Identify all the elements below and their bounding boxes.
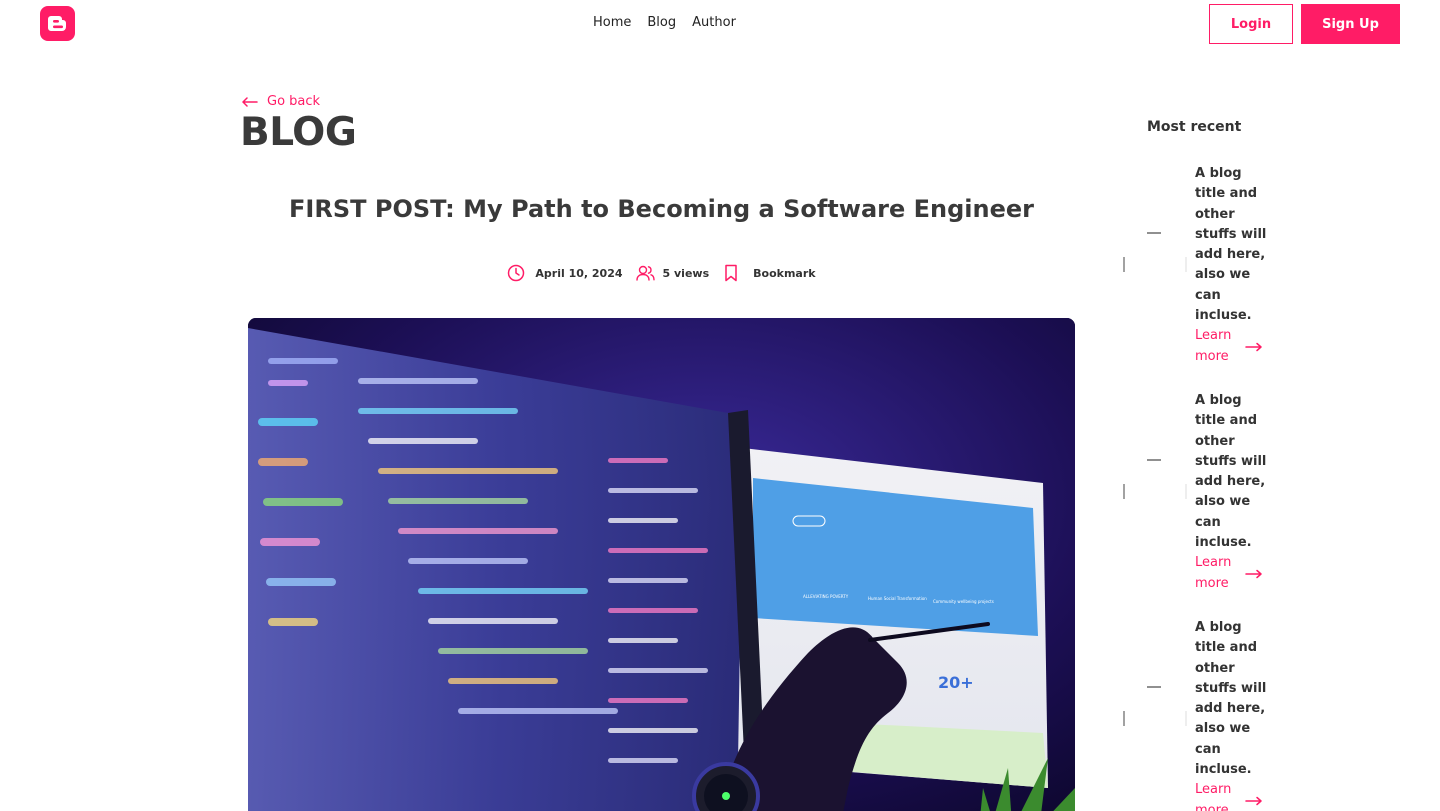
post-hero-image: 20+ ALLEVIATING POVERTY Human Social Tra… [248,318,1075,811]
screen-caption-1: ALLEVIATING POVERTY [803,594,849,599]
post-date: April 10, 2024 [507,264,623,282]
learn-more-link[interactable]: Learn more [1195,553,1273,594]
recent-post-thumbnail [1123,451,1187,515]
arrow-left-return-icon [242,96,258,107]
post-title: FIRST POST: My Path to Becoming a Softwa… [289,195,1034,223]
arrow-right-icon [1245,342,1262,351]
login-button[interactable]: Login [1209,4,1293,44]
nav-blog[interactable]: Blog [647,15,676,30]
bookmark-icon [725,264,737,282]
bookmark-button[interactable]: Bookmark [724,264,816,282]
arrow-right-icon [1245,569,1262,578]
learn-more-link[interactable]: Learn more [1195,780,1273,811]
learn-more-label: Learn more [1195,328,1232,364]
nav-author[interactable]: Author [692,15,736,30]
blogger-b-icon [48,16,66,31]
learn-more-label: Learn more [1195,555,1232,591]
code-monitor-illustration: 20+ ALLEVIATING POVERTY Human Social Tra… [248,318,1075,811]
post-date-text: April 10, 2024 [535,266,623,280]
recent-post-title[interactable]: A blog title and other stuffs will add h… [1195,164,1273,326]
screen-stat-text: 20+ [938,673,974,692]
recent-post-item[interactable]: A blog title and other stuffs will add h… [1123,164,1273,370]
users-icon [635,265,655,281]
logo[interactable] [40,6,75,41]
main-nav: Home Blog Author [593,15,736,30]
learn-more-label: Learn more [1195,782,1232,811]
bookmark-label: Bookmark [753,266,816,280]
page-heading: BLOG [240,110,357,155]
recent-post-title[interactable]: A blog title and other stuffs will add h… [1195,391,1273,553]
recent-post-item[interactable]: A blog title and other stuffs will add h… [1123,391,1273,597]
sidebar-title: Most recent [1147,119,1242,135]
arrow-right-icon [1245,796,1262,805]
recent-post-title[interactable]: A blog title and other stuffs will add h… [1195,618,1273,780]
post-meta: April 10, 2024 5 views Bookmark [248,264,1075,282]
post-views-text: 5 views [662,266,710,280]
go-back-link[interactable]: Go back [241,94,320,109]
screen-caption-2: Human Social Transformation [868,596,927,601]
screen-caption-3: Community wellbeing projects [933,599,994,604]
go-back-label: Go back [267,94,321,109]
nav-home[interactable]: Home [593,15,631,30]
recent-post-item[interactable]: A blog title and other stuffs will add h… [1123,618,1273,811]
learn-more-link[interactable]: Learn more [1195,326,1273,367]
recent-post-thumbnail [1123,224,1187,297]
clock-icon [508,264,525,282]
recent-post-thumbnail [1123,678,1187,742]
signup-button[interactable]: Sign Up [1301,4,1400,44]
post-views: 5 views [635,265,710,281]
